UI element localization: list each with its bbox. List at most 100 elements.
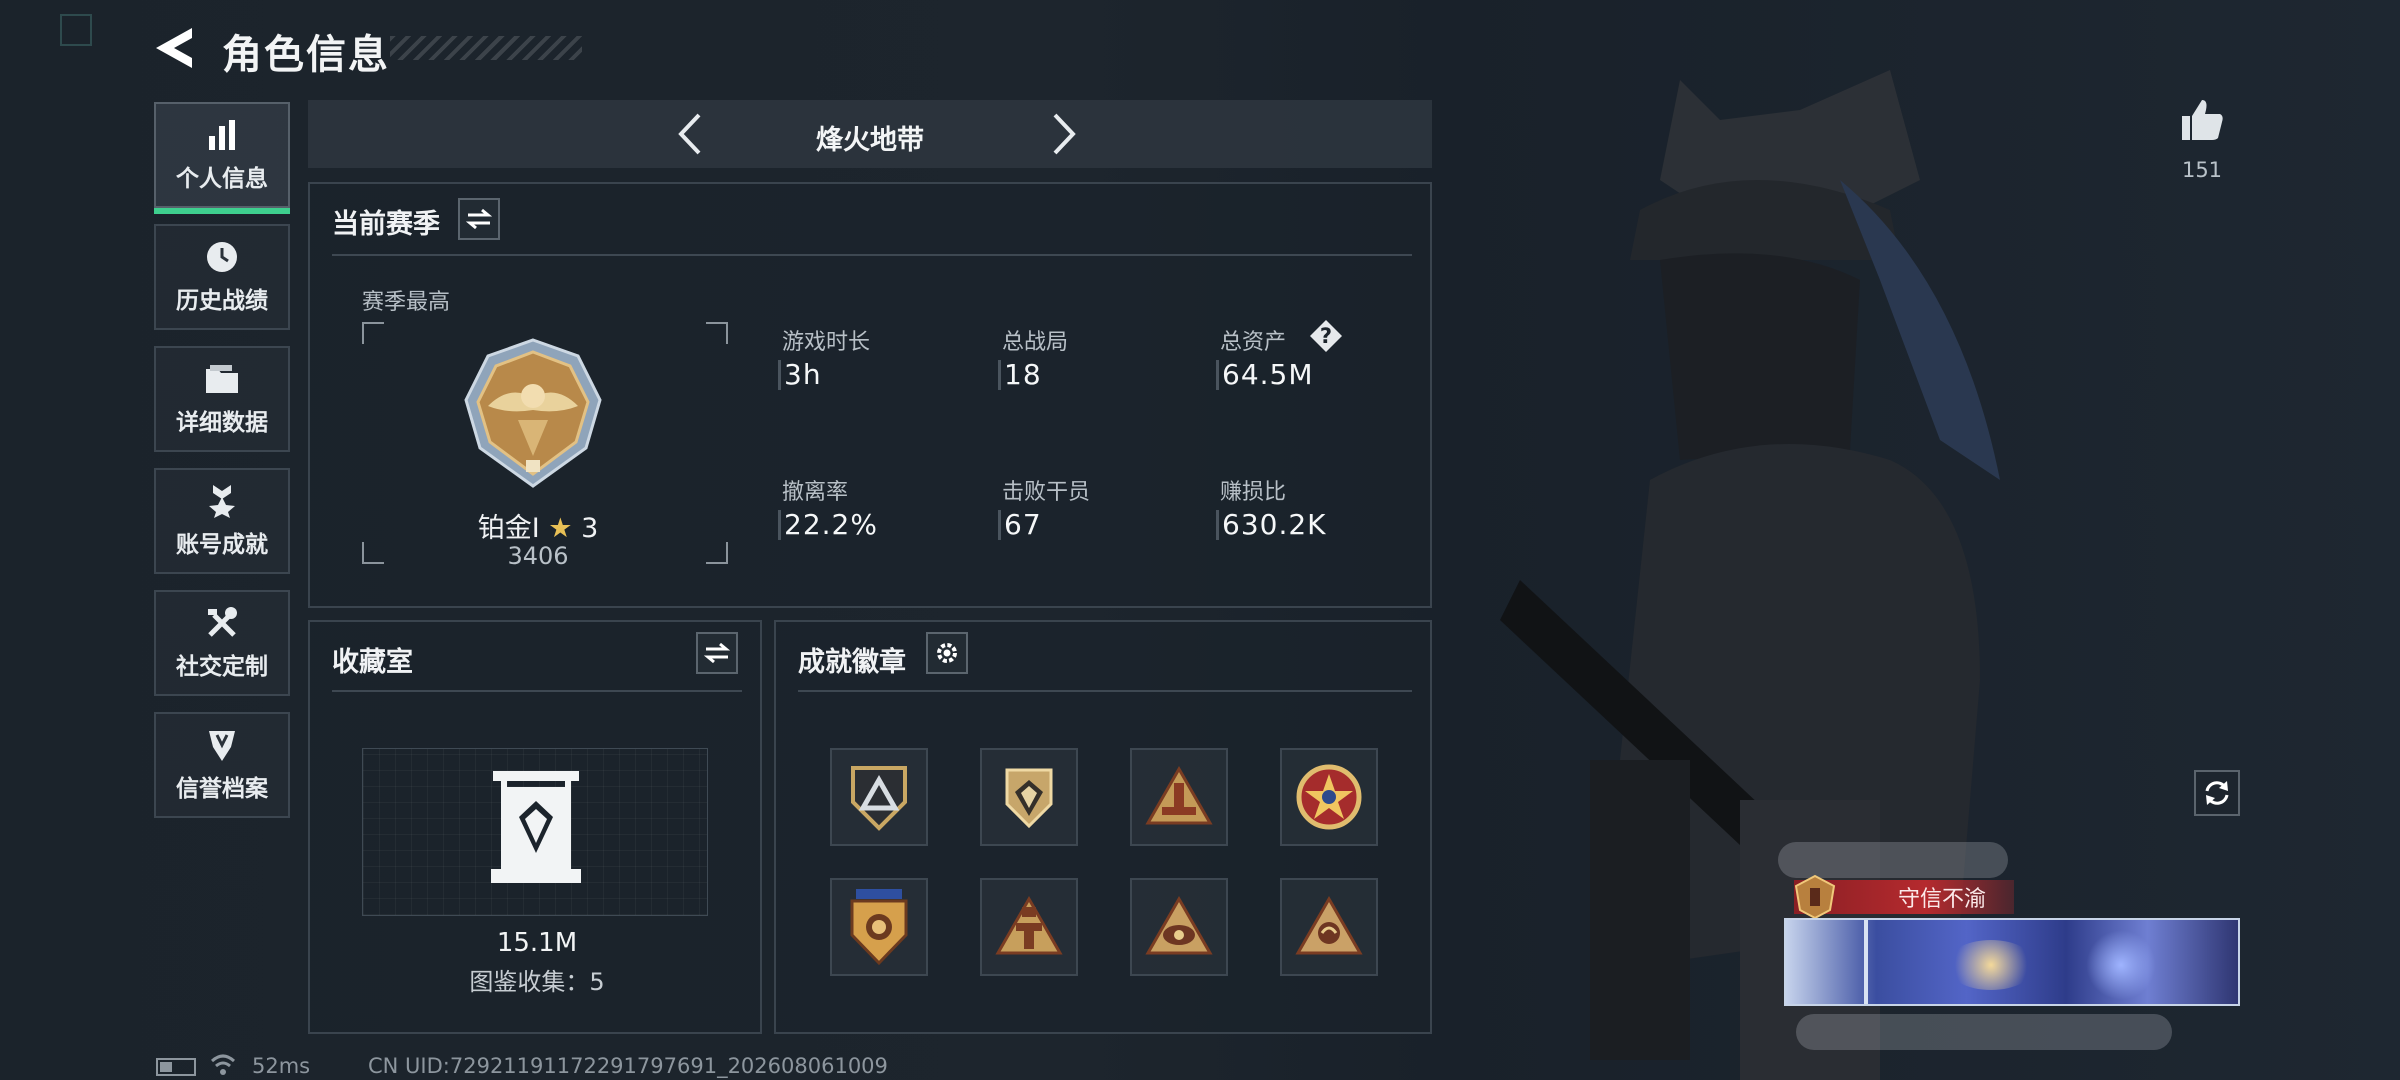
- stat-tick: [778, 510, 781, 540]
- medal-icon: [204, 483, 240, 519]
- nav-label: 社交定制: [176, 654, 268, 680]
- stat-label: 赚损比: [1220, 480, 1287, 505]
- divider: [332, 690, 742, 692]
- achievement-badge[interactable]: [980, 878, 1078, 976]
- nav-item-detail-data[interactable]: 详细数据: [154, 346, 290, 452]
- achievement-badge[interactable]: [1280, 878, 1378, 976]
- stat-value: 67: [1004, 508, 1042, 541]
- frame-corner: [706, 542, 728, 564]
- title-decoration: [390, 36, 582, 60]
- card-glow: [1946, 940, 2036, 990]
- display-case-icon: [491, 771, 581, 883]
- achievement-badge[interactable]: [1280, 748, 1378, 846]
- stat-tick: [1216, 510, 1219, 540]
- card-glow: [2086, 930, 2156, 1000]
- achievement-badge[interactable]: [830, 878, 928, 976]
- achievement-badge[interactable]: [980, 748, 1078, 846]
- nav-item-reputation[interactable]: 信誉档案: [154, 712, 290, 818]
- wifi-icon: [210, 1054, 236, 1075]
- nav-item-personal-info[interactable]: 个人信息: [154, 102, 290, 214]
- nav-label: 信誉档案: [176, 776, 268, 802]
- blurred-signature: [1796, 1014, 2172, 1050]
- tools-icon: [204, 605, 240, 641]
- star-icon: ★: [548, 513, 573, 544]
- stat-value: 630.2K: [1222, 508, 1327, 541]
- battery-icon: [156, 1058, 196, 1076]
- collection-value: 15.1M: [496, 928, 578, 958]
- mode-selector: 烽火地带: [308, 100, 1432, 168]
- triangle-gold-badge-icon: [1145, 765, 1213, 825]
- rank-emblem-icon: [458, 336, 608, 492]
- achievement-badge[interactable]: [1130, 878, 1228, 976]
- collection-preview: [362, 748, 708, 916]
- achievement-badge[interactable]: [1130, 748, 1228, 846]
- stat-tick: [998, 510, 1001, 540]
- divider: [332, 254, 1412, 256]
- achievements-settings-button[interactable]: [926, 632, 968, 674]
- collection-title: 收藏室: [332, 647, 413, 678]
- page-title: 角色信息: [222, 32, 390, 78]
- chevron-right-icon: [1053, 113, 1076, 155]
- stat-value: 64.5M: [1222, 358, 1314, 391]
- card-divider: [1864, 920, 1868, 1004]
- name-card-banner[interactable]: [1784, 918, 2240, 1006]
- title-tag-text: 守信不渝: [1898, 887, 1987, 912]
- achievements-panel: 成就徽章: [774, 620, 1432, 1034]
- back-button[interactable]: [152, 24, 200, 72]
- frame-corner: [362, 542, 384, 564]
- title-badge-icon: [1794, 874, 1836, 920]
- nav-item-achievements[interactable]: 账号成就: [154, 468, 290, 574]
- refresh-icon: [2205, 781, 2229, 805]
- swap-icon: [466, 208, 492, 230]
- stat-label: 游戏时长: [782, 330, 871, 355]
- star-medal-badge-icon: [1296, 764, 1362, 830]
- gear-icon: [937, 643, 957, 663]
- rank-points: 3406: [507, 542, 569, 570]
- divider: [798, 690, 1412, 692]
- title-tag[interactable]: 守信不渝: [1794, 874, 2014, 920]
- triangle-eye-badge-icon: [1145, 895, 1213, 955]
- stat-tick: [778, 360, 781, 390]
- gem-shield-badge-icon: [1005, 768, 1053, 829]
- season-title: 当前赛季: [332, 209, 440, 240]
- frame-corner: [706, 322, 728, 344]
- help-icon[interactable]: ?: [1310, 320, 1342, 352]
- stat-value: 3h: [784, 358, 822, 391]
- mode-title: 烽火地带: [816, 125, 924, 156]
- stat-tick: [998, 360, 1001, 390]
- achievements-title: 成就徽章: [798, 647, 906, 678]
- nav-label: 详细数据: [176, 410, 268, 436]
- triangle-shield-badge-icon: [851, 766, 907, 831]
- tower-badge-icon: [995, 895, 1063, 955]
- thumbs-up-icon[interactable]: [2178, 96, 2226, 144]
- like-count: 151: [2181, 158, 2223, 182]
- clock-icon: [204, 239, 240, 275]
- bar-chart-icon: [204, 117, 240, 153]
- refresh-button[interactable]: [2194, 770, 2240, 816]
- collection-panel[interactable]: 收藏室 15.1M 图鉴收集：5: [308, 620, 762, 1034]
- stat-label: 撤离率: [782, 480, 849, 505]
- ping-value: 52ms: [252, 1054, 311, 1078]
- season-panel: 当前赛季 赛季最高 铂金Ⅰ ★ 3 3406 游戏时长 3h 总战局 18 总资…: [308, 182, 1432, 608]
- stat-tick: [1216, 360, 1219, 390]
- stat-label: 总资产: [1220, 330, 1287, 355]
- achievement-badge[interactable]: [830, 748, 928, 846]
- mode-next-button[interactable]: [1034, 100, 1094, 168]
- triangle-hand-badge-icon: [1295, 895, 1363, 955]
- nav-label: 历史战绩: [176, 288, 268, 314]
- nav-item-history[interactable]: 历史战绩: [154, 224, 290, 330]
- season-switch-button[interactable]: [458, 198, 500, 240]
- collection-switch-button[interactable]: [696, 632, 738, 674]
- back-arrow-icon: [156, 28, 192, 68]
- uid-text: CN UID:7292119117229179769​1_20260806100…: [368, 1054, 888, 1078]
- rank-name: 铂金Ⅰ: [477, 513, 540, 544]
- rank-stars: 3: [581, 513, 599, 544]
- corner-marker: [60, 14, 92, 46]
- blurred-name: [1778, 842, 2008, 878]
- stat-label: 总战局: [1002, 330, 1069, 355]
- frame-corner: [362, 322, 384, 344]
- collection-count: 图鉴收集：5: [469, 968, 605, 996]
- stat-value: 18: [1004, 358, 1042, 391]
- folder-icon: [204, 361, 240, 397]
- nav-item-social[interactable]: 社交定制: [154, 590, 290, 696]
